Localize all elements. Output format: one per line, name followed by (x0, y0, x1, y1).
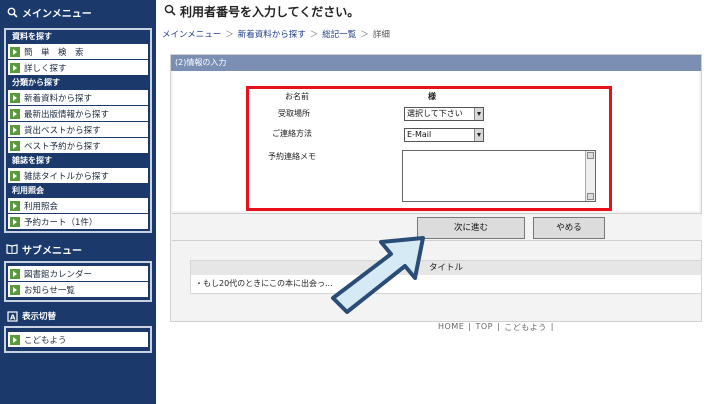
contact-method-select[interactable]: E-Mail (404, 128, 484, 142)
arrow-icon (10, 216, 20, 227)
main-menu-title: メインメニュー (0, 0, 156, 24)
arrow-icon (10, 62, 20, 73)
sidebar-item-reservation-cart[interactable]: 予約カート（1件） (8, 214, 148, 229)
table-row[interactable]: ・もし20代のときにこの本に出会っ... (191, 275, 701, 293)
sidebar-item-latest-publications[interactable]: 最新出版情報から探す (8, 106, 148, 121)
next-button[interactable]: 次に進む (417, 217, 525, 239)
section-usage-inquiry: 利用照会 (6, 184, 150, 197)
footer-separator: | (550, 322, 554, 331)
arrow-icon (10, 46, 20, 57)
section-search-materials: 資料を探す (6, 30, 150, 43)
book-icon (6, 243, 18, 255)
breadcrumb-main-menu[interactable]: メインメニュー (162, 28, 221, 40)
footer-home-link[interactable]: HOME (438, 322, 464, 333)
contact-method-label: ご連絡方法 (272, 129, 312, 138)
footer-kids-link[interactable]: こどもよう (504, 322, 547, 333)
title-table: タイトル ・もし20代のときにこの本に出会っ... (190, 260, 702, 294)
name-suffix: 様 (428, 92, 436, 101)
page-title: 利用者番号を入力してください。 (160, 0, 708, 22)
memo-scrollbar[interactable] (585, 151, 595, 201)
search-icon (6, 6, 18, 18)
sub-menu-title: サブメニュー (0, 237, 156, 261)
section-search-magazines: 雑誌を探す (6, 154, 150, 167)
sidebar-item-detailed-search[interactable]: 詳しく探す (8, 60, 148, 75)
svg-text:A: A (10, 313, 16, 321)
pickup-location-label: 受取場所 (278, 109, 310, 118)
panel-heading: (2)情報の入力 (171, 55, 701, 71)
footer-top-link[interactable]: TOP (475, 322, 493, 333)
sub-menu-box: 図書館カレンダー お知らせ一覧 (4, 261, 152, 302)
arrow-icon (10, 108, 20, 119)
chevron-down-icon (474, 108, 483, 120)
main-menu-box: 資料を探す 簡 単 検 索 詳しく探す 分類から探す 新着資料から探す 最新出版… (4, 28, 152, 233)
cancel-button[interactable]: やめる (533, 217, 605, 239)
sidebar-item-usage-inquiry[interactable]: 利用照会 (8, 198, 148, 213)
breadcrumb-new-materials[interactable]: 新着資料から探す (238, 28, 306, 40)
button-bar: 次に進む やめる (172, 213, 702, 241)
arrow-icon (10, 140, 20, 151)
arrow-icon (10, 284, 20, 295)
display-icon: A (6, 310, 18, 322)
scroll-up-icon[interactable] (587, 152, 594, 159)
memo-textarea[interactable] (402, 150, 596, 202)
pickup-location-select[interactable]: 選択して下さい (404, 107, 484, 121)
footer-separator: | (468, 322, 472, 331)
pointer-arrow-icon (331, 236, 425, 314)
display-switch-title: A 表示切替 (0, 306, 156, 326)
arrow-icon (10, 268, 20, 279)
display-switch-box: こどもよう (4, 326, 152, 353)
footer-separator: | (497, 322, 501, 331)
breadcrumb-separator: ＞ (309, 30, 319, 40)
search-icon (164, 4, 176, 19)
breadcrumb-detail: 詳細 (372, 30, 390, 40)
footer-links: HOME | TOP | こどもよう | (438, 322, 554, 333)
name-label: お名前 (285, 92, 309, 101)
arrow-icon (10, 334, 20, 345)
chevron-down-icon (474, 129, 483, 141)
breadcrumb-separator: ＞ (360, 30, 369, 40)
sidebar-item-new-materials[interactable]: 新着資料から探す (8, 90, 148, 105)
arrow-icon (10, 170, 20, 181)
breadcrumb: メインメニュー ＞ 新着資料から探す ＞ 総記一覧 ＞ 詳細 (162, 28, 390, 40)
arrow-icon (10, 200, 20, 211)
scroll-down-icon[interactable] (587, 193, 594, 200)
arrow-icon (10, 124, 20, 135)
breadcrumb-general-list[interactable]: 総記一覧 (322, 28, 356, 40)
section-browse-by-category: 分類から探す (6, 76, 150, 89)
table-header-title: タイトル (191, 261, 701, 275)
sidebar-item-loan-best[interactable]: 貸出ベストから探す (8, 122, 148, 137)
breadcrumb-separator: ＞ (225, 30, 234, 40)
sidebar-item-simple-search[interactable]: 簡 単 検 索 (8, 44, 148, 59)
memo-label: 予約連絡メモ (268, 152, 316, 161)
sidebar-item-library-calendar[interactable]: 図書館カレンダー (8, 266, 148, 281)
sidebar-item-kids-mode[interactable]: こどもよう (8, 332, 148, 347)
sidebar-item-magazine-titles[interactable]: 雑誌タイトルから探す (8, 168, 148, 183)
arrow-icon (10, 92, 20, 103)
sidebar: メインメニュー 資料を探す 簡 単 検 索 詳しく探す 分類から探す 新着資料か… (0, 0, 156, 404)
sidebar-item-news-list[interactable]: お知らせ一覧 (8, 282, 148, 297)
sidebar-item-reservation-best[interactable]: ベスト予約から探す (8, 138, 148, 153)
